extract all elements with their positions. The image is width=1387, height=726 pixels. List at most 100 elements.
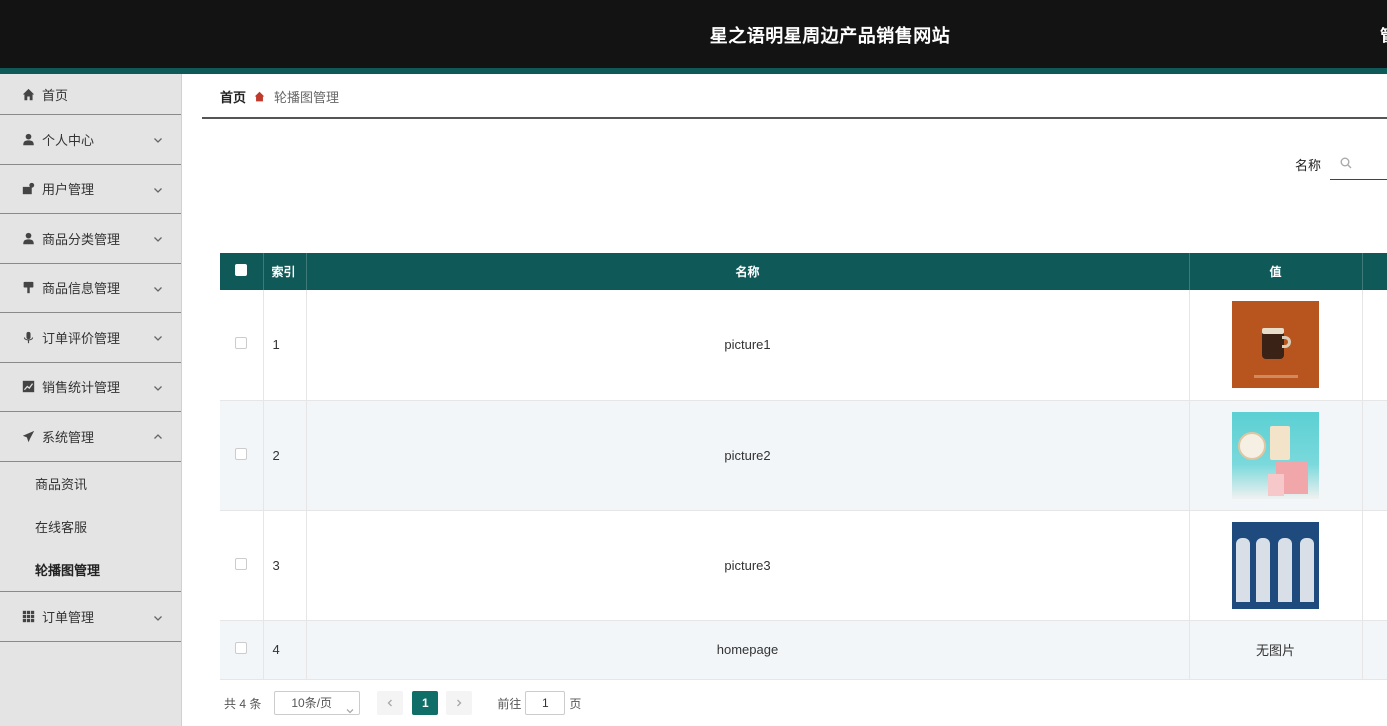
- sidebar-item-label: 首页: [42, 87, 69, 103]
- sidebar-item-review-management[interactable]: 订单评价管理: [0, 313, 181, 363]
- user-icon: [21, 132, 35, 146]
- header-actions: [1362, 253, 1387, 290]
- row-name: picture2: [306, 400, 1190, 511]
- row-select-cell: [220, 400, 264, 511]
- sidebar-item-label: 个人中心: [42, 132, 95, 148]
- page-number-current[interactable]: 1: [412, 691, 439, 715]
- header-value: 值: [1189, 253, 1363, 290]
- row-checkbox[interactable]: [235, 642, 248, 654]
- row-value: 无图片: [1189, 620, 1363, 680]
- table-row: 2 picture2: [220, 400, 1387, 511]
- app-title: 星之语明星周边产品销售网站: [709, 26, 951, 46]
- breadcrumb-current: 轮播图管理: [274, 90, 340, 105]
- search-field: [1330, 148, 1387, 180]
- user-icon: [21, 231, 35, 245]
- sidebar-item-label: 商品分类管理: [42, 231, 121, 247]
- table-row: 1 picture1: [220, 290, 1387, 401]
- breadcrumb-home[interactable]: 首页: [220, 87, 246, 106]
- search-icon: [1340, 157, 1352, 169]
- sidebar-subitem-carousel-management[interactable]: 轮播图管理: [0, 548, 181, 591]
- chevron-right-icon: [457, 699, 462, 707]
- thumb-caption: [1254, 375, 1298, 379]
- chevron-left-icon: [387, 699, 393, 707]
- home-icon: [21, 87, 35, 101]
- prev-page-button[interactable]: [377, 691, 404, 715]
- row-name: picture1: [306, 290, 1190, 401]
- sidebar-item-personal-center[interactable]: 个人中心: [0, 115, 181, 165]
- thumb-figure: [1300, 537, 1314, 602]
- select-all-checkbox[interactable]: [235, 264, 248, 276]
- stamp-icon: [21, 281, 35, 295]
- page-size-select[interactable]: 10条/页: [274, 691, 361, 715]
- microphone-icon: [21, 330, 35, 344]
- row-name: picture3: [306, 510, 1190, 621]
- sidebar-item-user-management[interactable]: 用户管理: [0, 165, 181, 214]
- row-actions: [1362, 400, 1387, 511]
- sidebar-item-category-management[interactable]: 商品分类管理: [0, 214, 181, 264]
- carousel-thumbnail[interactable]: [1232, 411, 1319, 499]
- top-header: 星之语明星周边产品销售网站 管: [0, 0, 1387, 68]
- sidebar-subitem-product-news[interactable]: 商品资讯: [0, 462, 181, 505]
- header-right-text[interactable]: 管: [1380, 22, 1387, 46]
- row-actions: [1362, 290, 1387, 401]
- row-actions: [1362, 510, 1387, 621]
- accent-strip: [0, 68, 1387, 74]
- table-row: 3 picture3: [220, 510, 1387, 621]
- sidebar-item-label: 订单评价管理: [42, 330, 121, 346]
- row-select-cell: [220, 620, 264, 680]
- sidebar-item-label: 商品信息管理: [42, 281, 121, 297]
- carousel-thumbnail[interactable]: [1232, 301, 1319, 389]
- thumb-figure: [1256, 537, 1270, 602]
- sidebar-item-label: 订单管理: [42, 610, 95, 626]
- paper-plane-icon: [21, 429, 35, 443]
- next-page-button[interactable]: [446, 691, 473, 715]
- row-checkbox[interactable]: [235, 337, 248, 350]
- thumb-figure: [1236, 537, 1250, 602]
- thumb-mug-handle: [1282, 336, 1291, 349]
- sidebar-item-order-management[interactable]: 订单管理: [0, 592, 181, 642]
- main-content: 名称 索引 名称 值 1 picture1 2 picture2 3 pictu…: [202, 128, 1387, 726]
- sidebar-item-home[interactable]: 首页: [0, 74, 181, 115]
- chevron-down-icon: [153, 183, 163, 193]
- table-row: 4 homepage 无图片: [220, 620, 1387, 680]
- row-name: homepage: [306, 620, 1190, 680]
- sidebar-item-label: 销售统计管理: [42, 380, 121, 396]
- row-actions: [1362, 620, 1387, 680]
- row-select-cell: [220, 290, 264, 401]
- system-submenu: 商品资讯 在线客服 轮播图管理: [0, 462, 181, 593]
- row-checkbox[interactable]: [235, 557, 248, 570]
- chevron-down-icon: [153, 232, 163, 243]
- search-label: 名称: [1295, 158, 1322, 173]
- sidebar: 首页 个人中心 用户管理 商品分类管理 商品信息管理 订单评价管理 销售统计管理…: [0, 74, 182, 726]
- chevron-up-icon: [153, 430, 163, 440]
- grid-icon: [21, 610, 35, 624]
- thumb-mug-top: [1262, 328, 1284, 335]
- sidebar-item-sales-statistics[interactable]: 销售统计管理: [0, 363, 181, 412]
- row-checkbox[interactable]: [235, 447, 248, 460]
- carousel-table: 索引 名称 值 1 picture1 2 picture2 3 picture3…: [220, 253, 1387, 680]
- sidebar-item-product-management[interactable]: 商品信息管理: [0, 264, 181, 313]
- row-value: [1189, 400, 1363, 511]
- search-input[interactable]: [1356, 152, 1387, 176]
- users-icon: [21, 182, 35, 196]
- home-icon: [254, 91, 266, 103]
- sidebar-item-label: 系统管理: [42, 429, 95, 445]
- header-name: 名称: [306, 253, 1190, 290]
- chevron-down-icon: [153, 331, 163, 342]
- goto-label: 前往: [497, 696, 522, 711]
- sidebar-subitem-online-service[interactable]: 在线客服: [0, 505, 181, 548]
- header-index: 索引: [263, 253, 307, 290]
- breadcrumb: 首页 轮播图管理: [202, 76, 1387, 119]
- chevron-down-icon: [153, 282, 163, 292]
- thumb-cup: [1270, 425, 1290, 460]
- chevron-down-icon: [153, 133, 163, 144]
- row-value: [1189, 290, 1363, 401]
- pagination: 共 4 条 10条/页 1 前往 页: [220, 691, 581, 715]
- sidebar-item-system-management[interactable]: 系统管理: [0, 412, 181, 462]
- table-header-row: 索引 名称 值: [220, 253, 1387, 290]
- goto-page-input[interactable]: [525, 691, 566, 715]
- carousel-thumbnail[interactable]: [1232, 521, 1319, 609]
- select-all-cell: [220, 253, 264, 290]
- chart-icon: [21, 380, 35, 394]
- pagination-total: 共 4 条: [224, 696, 262, 711]
